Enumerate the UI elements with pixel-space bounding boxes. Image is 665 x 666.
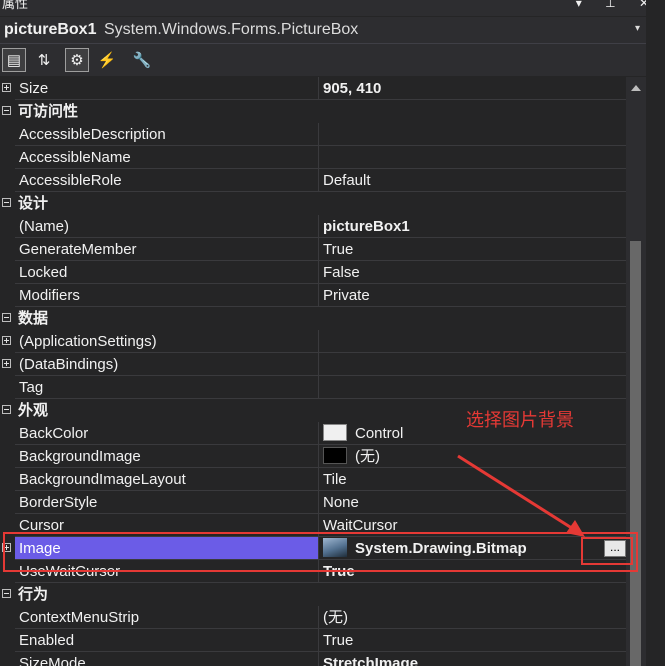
annotation-arrow-icon (457, 454, 585, 537)
